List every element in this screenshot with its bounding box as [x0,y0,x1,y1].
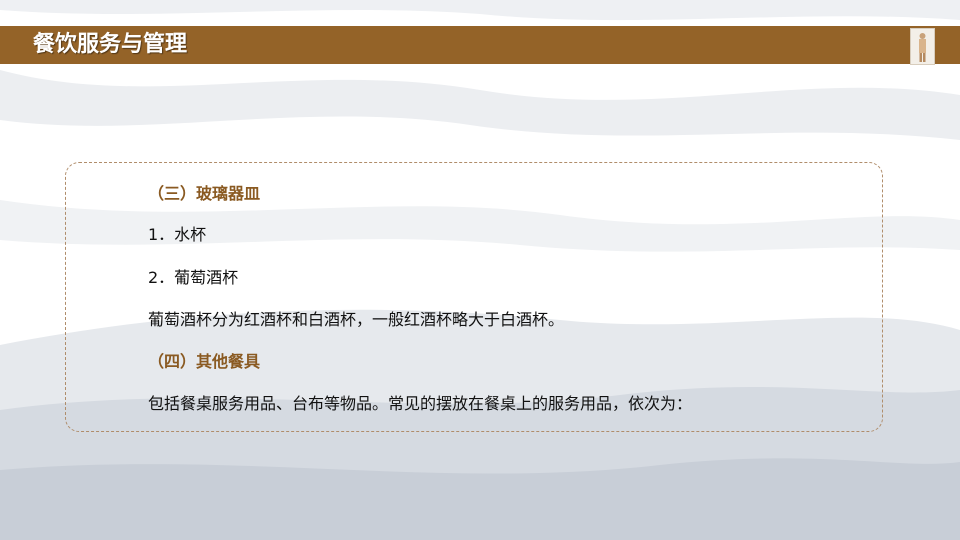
header-bar: 餐饮服务与管理 [0,26,960,64]
section-heading-other-tableware: （四）其他餐具 [148,352,261,371]
list-item-water-glass: 1．水杯 [148,225,207,244]
wine-glass-description: 葡萄酒杯分为红酒杯和白酒杯，一般红酒杯略大于白酒杯。 [148,310,565,329]
other-tableware-description: 包括餐桌服务用品、台布等物品。常见的摆放在餐桌上的服务用品，依次为： [148,394,693,413]
header-thumbnail-image [910,28,935,65]
section-heading-glassware: （三）玻璃器皿 [148,184,261,203]
list-item-wine-glass: 2．葡萄酒杯 [148,268,239,287]
header-title: 餐饮服务与管理 [33,32,188,57]
